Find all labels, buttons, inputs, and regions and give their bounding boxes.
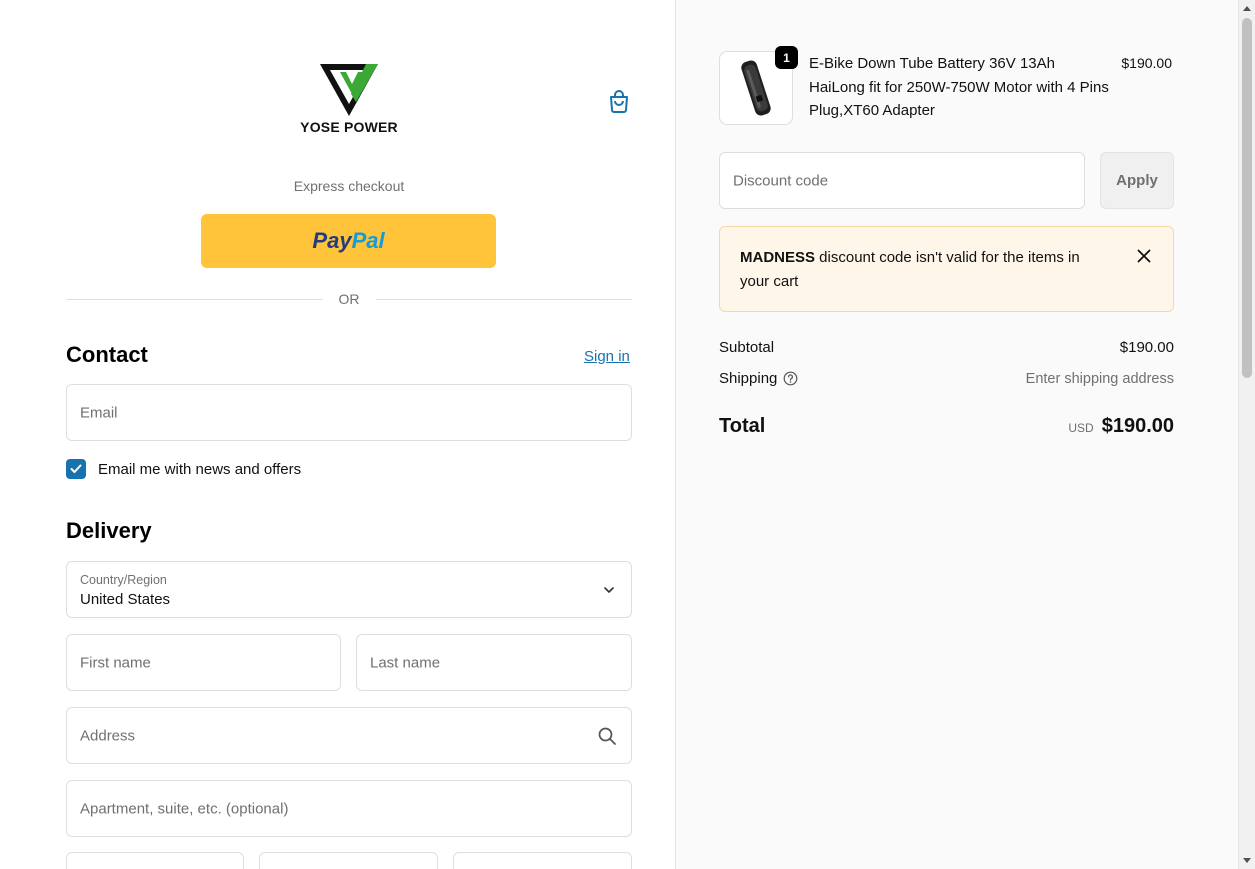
- total-row: Total USD $190.00: [719, 415, 1174, 438]
- discount-error-text: MADNESS discount code isn't valid for th…: [740, 246, 1110, 294]
- last-name-placeholder: Last name: [370, 654, 441, 671]
- contact-heading: Contact: [66, 342, 148, 367]
- email-placeholder: Email: [80, 404, 118, 421]
- subtotal-label: Subtotal: [719, 339, 775, 356]
- shipping-row: Shipping Enter shipping address: [719, 370, 1174, 387]
- address-placeholder: Address: [80, 727, 136, 744]
- discount-error-alert: MADNESS discount code isn't valid for th…: [719, 226, 1174, 312]
- first-name-placeholder: First name: [80, 654, 151, 671]
- first-name-field[interactable]: First name: [66, 634, 341, 691]
- zip-field[interactable]: [453, 852, 632, 869]
- delivery-heading: Delivery: [66, 518, 152, 543]
- checkout-form-panel: YOSE POWER Express checkout Pay Pal OR Co…: [0, 0, 675, 869]
- state-field[interactable]: [259, 852, 438, 869]
- country-select[interactable]: Country/Region United States: [66, 561, 632, 618]
- discount-code-input[interactable]: Discount code: [719, 152, 1085, 209]
- paypal-logo-pal: Pal: [351, 228, 385, 253]
- newsletter-checkbox[interactable]: [66, 459, 86, 479]
- scroll-up-arrow-icon[interactable]: [1243, 6, 1251, 11]
- discount-code-placeholder: Discount code: [733, 172, 829, 189]
- total-amount-group: USD $190.00: [1068, 415, 1174, 438]
- brand-logo[interactable]: YOSE POWER: [296, 62, 402, 138]
- address-field[interactable]: Address: [66, 707, 632, 764]
- last-name-field[interactable]: Last name: [356, 634, 632, 691]
- express-checkout-label: Express checkout: [293, 178, 405, 194]
- quantity-badge: 1: [775, 46, 798, 69]
- scrollbar-thumb[interactable]: [1242, 18, 1252, 378]
- subtotal-value: $190.00: [1119, 339, 1174, 356]
- subtotal-row: Subtotal $190.00: [719, 339, 1174, 356]
- product-price: $190.00: [1121, 55, 1172, 71]
- product-name: E-Bike Down Tube Battery 36V 13Ah HaiLon…: [809, 55, 1109, 119]
- apartment-placeholder: Apartment, suite, etc. (optional): [80, 800, 289, 817]
- newsletter-label: Email me with news and offers: [98, 460, 302, 478]
- total-label: Total: [719, 415, 766, 437]
- total-amount: $190.00: [1101, 415, 1174, 437]
- currency-code: USD: [1068, 421, 1094, 435]
- newsletter-option[interactable]: Email me with news and offers: [66, 458, 301, 480]
- order-summary-panel: 1 E-Bike Down Tube Battery 36V 13Ah HaiL…: [675, 0, 1238, 869]
- or-divider: OR: [66, 289, 632, 309]
- or-text: OR: [338, 291, 360, 307]
- page-scrollbar[interactable]: [1238, 0, 1255, 869]
- city-field[interactable]: [66, 852, 244, 869]
- apartment-field[interactable]: Apartment, suite, etc. (optional): [66, 780, 632, 837]
- logo-mark: [320, 64, 378, 116]
- battery-product-image: [741, 60, 771, 116]
- country-label: Country/Region: [80, 573, 167, 587]
- divider-line: [375, 298, 632, 300]
- search-icon[interactable]: [597, 726, 617, 746]
- discount-error-code: MADNESS: [740, 249, 816, 266]
- email-field[interactable]: Email: [66, 384, 632, 441]
- paypal-logo-pay: Pay: [312, 228, 352, 253]
- shipping-value: Enter shipping address: [1025, 370, 1174, 387]
- shipping-label-group: Shipping: [719, 370, 798, 387]
- paypal-button[interactable]: Pay Pal: [201, 214, 496, 268]
- shipping-label: Shipping: [719, 370, 778, 387]
- brand-name: YOSE POWER: [300, 119, 398, 135]
- chevron-down-icon: [604, 587, 614, 593]
- checkmark-icon: [70, 464, 82, 473]
- help-circle-icon[interactable]: [783, 371, 798, 386]
- divider-line: [66, 298, 323, 300]
- country-value: United States: [80, 591, 171, 608]
- close-icon[interactable]: [1137, 249, 1151, 263]
- sign-in-link[interactable]: Sign in: [584, 348, 630, 365]
- apply-discount-button[interactable]: Apply: [1100, 152, 1174, 209]
- cart-button[interactable]: [605, 87, 633, 115]
- scroll-down-arrow-icon[interactable]: [1243, 858, 1251, 863]
- shopping-bag-icon: [610, 90, 628, 113]
